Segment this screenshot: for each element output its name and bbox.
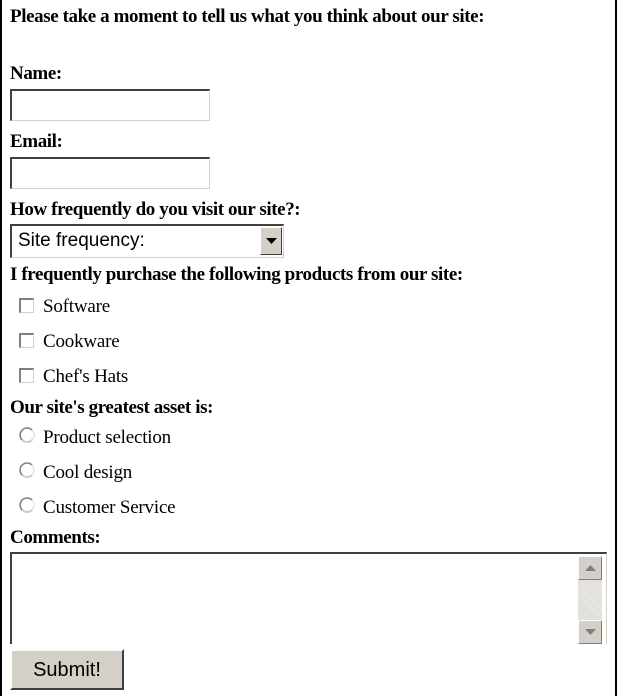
- scroll-down-arrow-icon: [585, 629, 596, 635]
- comments-scrollbar[interactable]: [578, 556, 602, 644]
- radio-customer-service[interactable]: [19, 497, 35, 513]
- radio-label-cool-design: Cool design: [43, 462, 133, 483]
- checkbox-label-chefs-hats: Chef's Hats: [43, 366, 129, 387]
- name-label: Name:: [10, 63, 62, 84]
- checkbox-label-software: Software: [43, 296, 110, 317]
- email-input[interactable]: [10, 157, 210, 189]
- scroll-up-button[interactable]: [578, 556, 602, 580]
- frequency-selected-value: Site frequency:: [18, 230, 145, 251]
- comments-textarea[interactable]: [10, 552, 607, 644]
- chevron-down-icon: [266, 238, 277, 244]
- products-label: I frequently purchase the following prod…: [10, 264, 463, 285]
- radio-cool-design[interactable]: [19, 462, 35, 478]
- name-input[interactable]: [10, 89, 210, 121]
- checkbox-software[interactable]: [19, 298, 34, 313]
- email-label: Email:: [10, 131, 63, 152]
- frequency-label: How frequently do you visit our site?:: [10, 199, 301, 220]
- frequency-select[interactable]: Site frequency:: [10, 224, 284, 258]
- radio-label-product-selection: Product selection: [43, 427, 171, 448]
- form-intro: Please take a moment to tell us what you…: [10, 6, 485, 27]
- checkbox-label-cookware: Cookware: [43, 331, 120, 352]
- asset-label: Our site's greatest asset is:: [10, 397, 213, 418]
- radio-product-selection[interactable]: [19, 427, 35, 443]
- dropdown-arrow-button[interactable]: [260, 227, 282, 255]
- comments-label: Comments:: [10, 527, 101, 548]
- radio-label-customer-service: Customer Service: [43, 497, 176, 518]
- scroll-down-button[interactable]: [578, 620, 602, 644]
- submit-button[interactable]: Submit!: [10, 649, 124, 690]
- scroll-up-arrow-icon: [585, 565, 596, 571]
- checkbox-cookware[interactable]: [19, 333, 34, 348]
- checkbox-chefs-hats[interactable]: [19, 368, 34, 383]
